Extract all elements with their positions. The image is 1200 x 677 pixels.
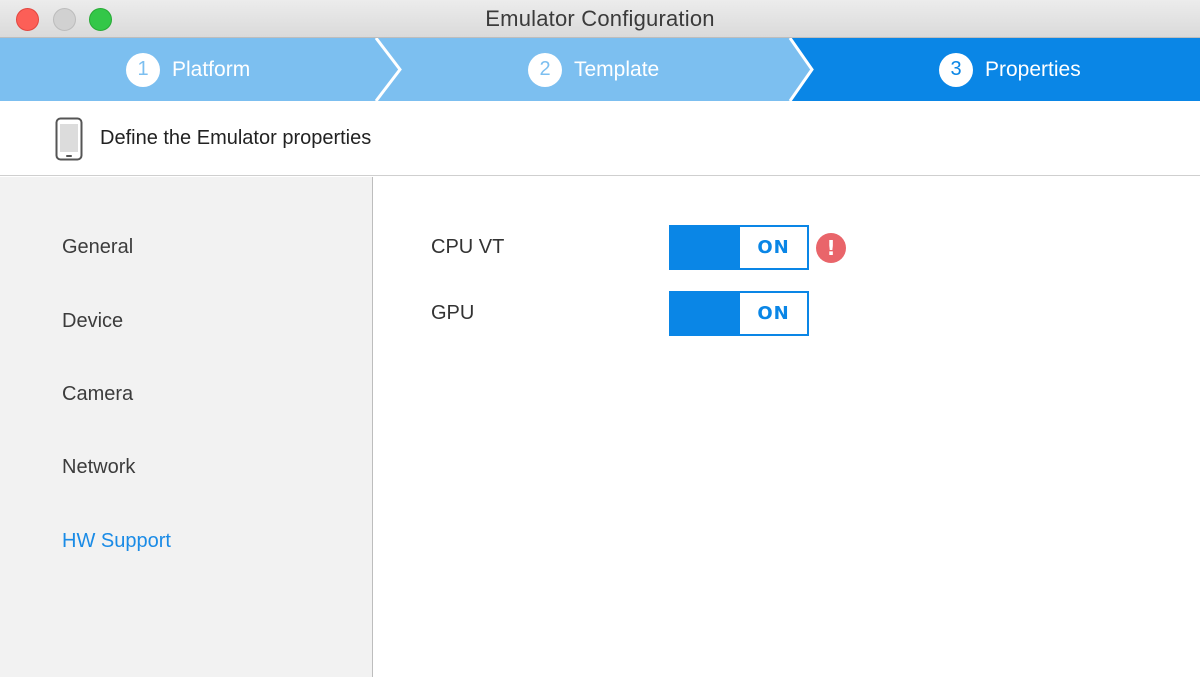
title-bar: Emulator Configuration — [0, 0, 1200, 38]
window-title: Emulator Configuration — [485, 6, 715, 31]
wizard-step-bar: 1 Platform 2 Template 3 Properties — [0, 38, 1200, 101]
warning-icon[interactable]: ! — [816, 233, 846, 263]
page-title: Define the Emulator properties — [100, 127, 372, 149]
step-number: 2 — [528, 52, 562, 87]
cpu-vt-label: CPU VT — [431, 236, 505, 258]
sidebar-item-general[interactable]: General — [62, 236, 133, 259]
step-label: Properties — [985, 57, 1081, 81]
toggle-state: ON — [740, 227, 807, 268]
step-number: 3 — [939, 52, 973, 87]
sidebar-item-hw-support[interactable]: HW Support — [62, 530, 171, 553]
step-template[interactable]: 2 Template — [528, 38, 659, 101]
sidebar-item-network[interactable]: Network — [62, 456, 135, 479]
step-label: Platform — [172, 57, 251, 81]
sidebar-item-device[interactable]: Device — [62, 310, 123, 333]
phone-icon — [55, 117, 83, 161]
gpu-toggle[interactable]: ON — [669, 291, 809, 336]
cpu-vt-toggle[interactable]: ON — [669, 225, 809, 270]
step-label: Template — [574, 57, 660, 81]
step-properties[interactable]: 3 Properties — [939, 38, 1081, 101]
sidebar-item-camera[interactable]: Camera — [62, 383, 133, 406]
page-header: Define the Emulator properties — [0, 101, 1200, 176]
step-platform[interactable]: 1 Platform — [126, 38, 250, 101]
gpu-label: GPU — [431, 302, 475, 324]
toggle-state: ON — [740, 293, 807, 334]
properties-panel: CPU VT ON ! GPU ON — [374, 177, 1200, 677]
sidebar: General Device Camera Network HW Support — [0, 177, 373, 677]
step-number: 1 — [126, 52, 160, 87]
